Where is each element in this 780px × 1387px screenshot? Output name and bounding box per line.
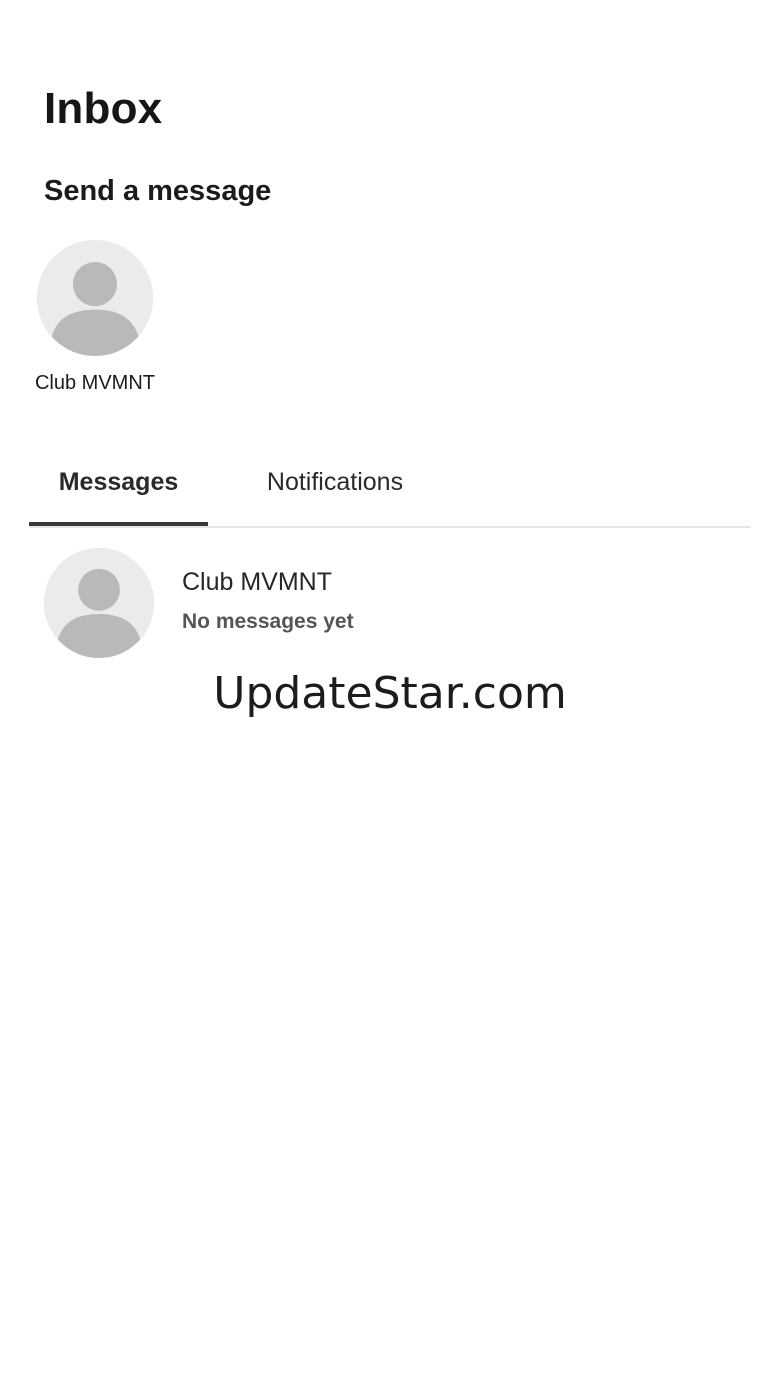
tab-notifications[interactable]: Notifications — [241, 440, 429, 524]
tab-messages[interactable]: Messages — [29, 440, 208, 526]
default-avatar-icon — [44, 548, 154, 658]
inbox-tabs: Messages Notifications — [29, 440, 751, 528]
default-avatar-icon — [37, 240, 153, 356]
conversation-row[interactable]: Club MVMNT No messages yet — [30, 540, 750, 666]
watermark: UpdateStar.com — [213, 668, 567, 719]
avatar — [44, 548, 154, 658]
conversation-name: Club MVMNT — [182, 568, 333, 596]
contact-name: Club MVMNT — [34, 372, 155, 394]
send-message-title: Send a message — [44, 175, 272, 207]
contact-club-mvmnt[interactable]: Club MVMNT — [30, 240, 160, 395]
page-title: Inbox — [44, 84, 163, 133]
conversation-preview: No messages yet — [182, 610, 354, 633]
avatar — [37, 240, 153, 356]
